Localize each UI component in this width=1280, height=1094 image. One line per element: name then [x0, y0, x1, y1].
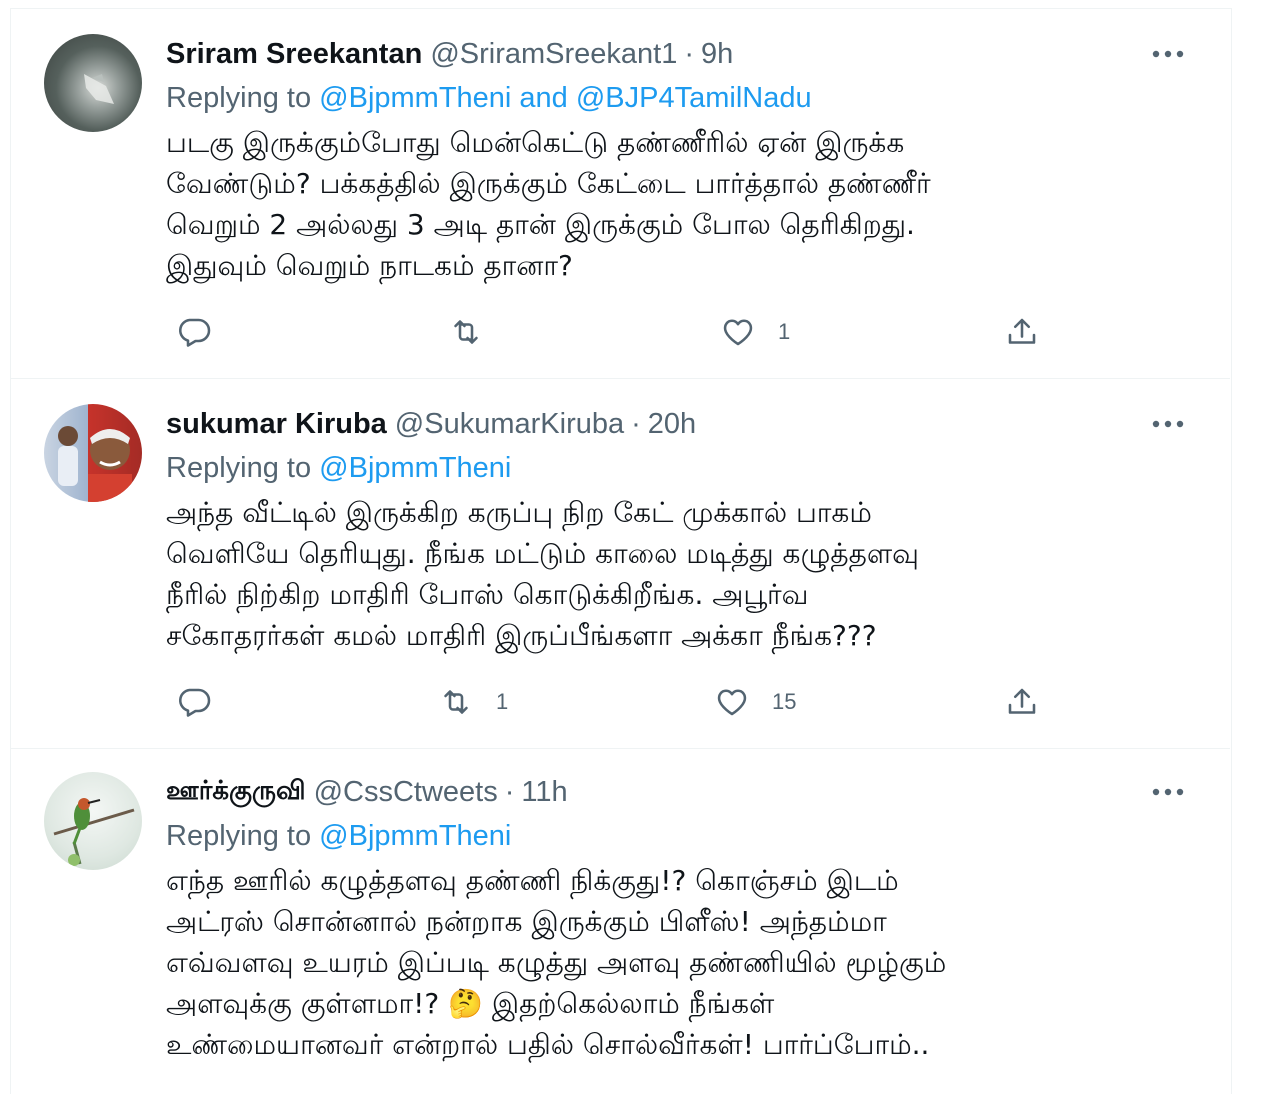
- timestamp[interactable]: 20h: [648, 408, 696, 441]
- avatar-image: [53, 798, 135, 866]
- tweet-header: sukumar Kiruba @SukumarKiruba · 20h: [166, 404, 1190, 444]
- replying-to: Replying to @BjpmmTheni: [166, 816, 1190, 856]
- share-icon: [1008, 688, 1036, 714]
- reply-icon: [179, 318, 211, 347]
- retweet-icon: [444, 690, 468, 714]
- replying-to: Replying to @BjpmmTheni and @BJP4TamilNa…: [166, 78, 1190, 118]
- replying-prefix: Replying to: [166, 820, 312, 852]
- tweet[interactable]: Sriram Sreekantan @SriramSreekant1 · 9h …: [10, 8, 1230, 379]
- like-count: 15: [772, 689, 797, 714]
- avatar[interactable]: [44, 404, 142, 502]
- tweet[interactable]: ஊர்க்குருவி @CssCtweets · 11h Replying t…: [10, 748, 1230, 1093]
- display-name[interactable]: sukumar Kiruba: [166, 408, 387, 441]
- retweet-count: 1: [496, 689, 509, 714]
- user-handle[interactable]: @SukumarKiruba: [395, 408, 624, 441]
- display-name[interactable]: ஊர்க்குருவி: [166, 776, 306, 809]
- tweet-actions: 1 15: [166, 682, 1046, 722]
- more-icon[interactable]: [1148, 34, 1188, 74]
- replying-mention[interactable]: @BjpmmTheni: [319, 820, 511, 852]
- reply-button[interactable]: [176, 314, 212, 350]
- avatar-image: [58, 426, 132, 502]
- tweet-header: Sriram Sreekantan @SriramSreekant1 · 9h: [166, 34, 1190, 74]
- like-button[interactable]: 15: [714, 684, 796, 720]
- replying-mention[interactable]: @BjpmmTheni and @BJP4TamilNadu: [319, 82, 811, 114]
- share-button[interactable]: [1004, 314, 1040, 350]
- reply-button[interactable]: [176, 684, 212, 720]
- share-button[interactable]: [1004, 684, 1040, 720]
- replying-to: Replying to @BjpmmTheni: [166, 448, 1190, 488]
- heart-icon: [723, 319, 753, 346]
- more-icon[interactable]: [1148, 772, 1188, 812]
- tweet-text: எந்த ஊரில் கழுத்தளவு தண்ணி நிக்குது!? கொ…: [166, 864, 947, 1061]
- tweet-actions: 1: [166, 312, 1046, 352]
- retweet-button[interactable]: 1: [438, 684, 508, 720]
- share-icon: [1008, 318, 1036, 344]
- tweet-text: படகு இருக்கும்போது மென்கெட்டு தண்ணீரில் …: [166, 126, 931, 282]
- avatar[interactable]: [44, 772, 142, 870]
- retweet-icon: [454, 320, 478, 344]
- avatar[interactable]: [44, 34, 142, 132]
- timestamp[interactable]: 11h: [521, 776, 567, 809]
- tweet[interactable]: sukumar Kiruba @SukumarKiruba · 20h Repl…: [10, 378, 1230, 749]
- separator-dot: ·: [631, 407, 641, 440]
- timestamp[interactable]: 9h: [701, 38, 733, 71]
- more-icon[interactable]: [1148, 404, 1188, 444]
- user-handle[interactable]: @CssCtweets: [314, 776, 498, 809]
- replying-mention[interactable]: @BjpmmTheni: [319, 452, 511, 484]
- avatar-image: [84, 74, 114, 104]
- replying-prefix: Replying to: [166, 82, 312, 114]
- display-name[interactable]: Sriram Sreekantan: [166, 38, 422, 71]
- separator-dot: ·: [684, 37, 695, 70]
- separator-dot: ·: [504, 775, 515, 808]
- like-button[interactable]: 1: [720, 314, 790, 350]
- replying-prefix: Replying to: [166, 452, 312, 484]
- heart-icon: [717, 689, 747, 716]
- user-handle[interactable]: @SriramSreekant1: [430, 38, 677, 71]
- tweet-header: ஊர்க்குருவி @CssCtweets · 11h: [166, 772, 1190, 812]
- like-count: 1: [778, 319, 791, 344]
- retweet-button[interactable]: [448, 314, 506, 350]
- reply-icon: [179, 688, 211, 717]
- tweet-text: அந்த வீட்டில் இருக்கிற கருப்பு நிற கேட் …: [166, 496, 919, 652]
